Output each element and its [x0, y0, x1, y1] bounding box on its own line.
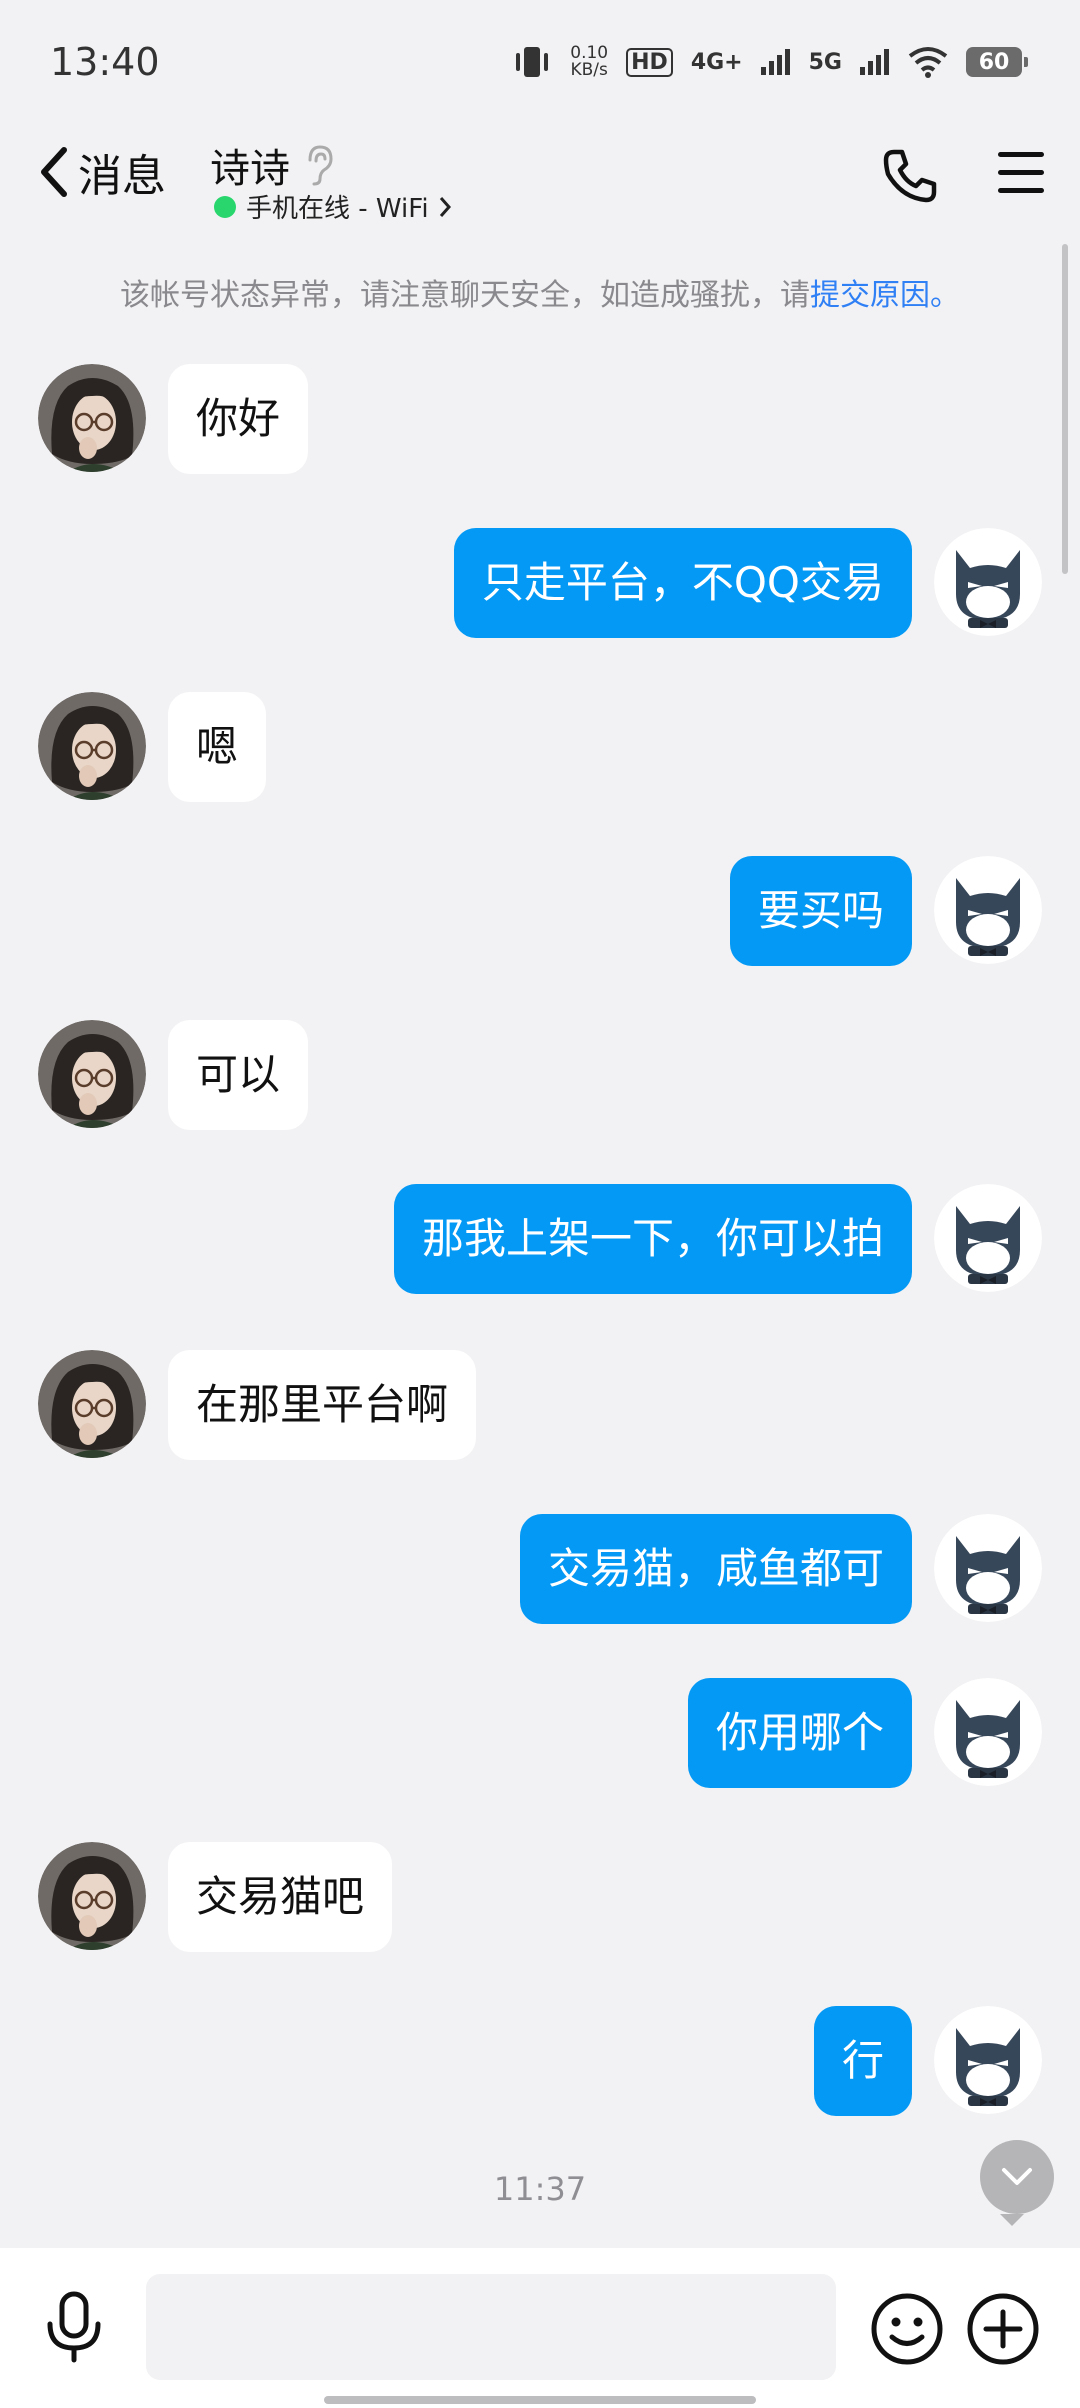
self-avatar[interactable]: [934, 856, 1042, 964]
microphone-icon: [47, 2291, 101, 2363]
message-input[interactable]: [146, 2274, 836, 2380]
chevron-right-icon: [439, 196, 451, 217]
status-icons: 0.10 KB/s HD 4G+ 5G 60: [512, 40, 1028, 84]
girl-avatar-icon: [38, 364, 146, 472]
presence-status[interactable]: 手机在线 - WiFi: [214, 188, 451, 225]
self-avatar[interactable]: [934, 1678, 1042, 1786]
message-bubble-outgoing[interactable]: 只走平台，不QQ交易: [453, 528, 912, 638]
contact-avatar[interactable]: [38, 692, 146, 800]
bat-avatar-icon: [934, 1678, 1042, 1786]
scroll-to-bottom-button[interactable]: [980, 2140, 1054, 2226]
contact-avatar[interactable]: [38, 364, 146, 472]
emoji-button[interactable]: [870, 2292, 944, 2370]
plus-button[interactable]: [966, 2292, 1040, 2370]
hd-label: HD: [626, 47, 673, 77]
phone-call-button[interactable]: [880, 146, 940, 210]
bat-avatar-icon: [934, 1184, 1042, 1292]
signal-bars-icon: [760, 49, 790, 75]
self-avatar[interactable]: [934, 2006, 1042, 2114]
network-speed: 0.10 KB/s: [570, 43, 609, 80]
contact-avatar[interactable]: [38, 1350, 146, 1458]
bat-avatar-icon: [934, 528, 1042, 636]
message-bubble-outgoing[interactable]: 交易猫，咸鱼都可: [519, 1514, 912, 1624]
message-bubble-outgoing[interactable]: 要买吗: [729, 856, 912, 966]
girl-avatar-icon: [38, 1350, 146, 1458]
chevron-left-icon: [41, 147, 67, 197]
chevron-down-icon: [1002, 2168, 1032, 2185]
self-avatar[interactable]: [934, 1514, 1042, 1622]
contact-avatar[interactable]: [38, 1020, 146, 1128]
home-indicator[interactable]: [324, 2396, 756, 2404]
wifi-icon: [908, 47, 948, 78]
ear-icon: [308, 145, 333, 186]
contact-name[interactable]: 诗诗: [210, 136, 334, 194]
girl-avatar-icon: [38, 692, 146, 800]
back-label: 消息: [78, 151, 166, 202]
submit-reason-link[interactable]: 提交原因: [810, 278, 930, 313]
message-bubble-outgoing[interactable]: 你用哪个: [687, 1678, 912, 1788]
message-bubble-incoming[interactable]: 嗯: [168, 692, 267, 802]
menu-button[interactable]: [996, 150, 1046, 200]
bat-avatar-icon: [934, 2006, 1042, 2114]
phone-icon: [883, 149, 937, 203]
fiveg-label: 5G: [808, 49, 842, 75]
back-button[interactable]: 消息: [36, 140, 166, 204]
signal-bars-icon-2: [860, 49, 889, 75]
bat-avatar-icon: [934, 856, 1042, 964]
message-bubble-incoming[interactable]: 可以: [168, 1020, 309, 1130]
message-bubble-incoming[interactable]: 你好: [168, 364, 309, 474]
bat-avatar-icon: [934, 1514, 1042, 1622]
voice-button[interactable]: [42, 2290, 106, 2368]
girl-avatar-icon: [38, 1842, 146, 1950]
lte-signal-label: 4G+: [690, 49, 743, 75]
message-bubble-outgoing[interactable]: 行: [813, 2006, 912, 2116]
message-bubble-incoming[interactable]: 在那里平台啊: [168, 1350, 477, 1460]
status-time: 13:40: [50, 40, 160, 84]
self-avatar[interactable]: [934, 528, 1042, 636]
smiley-icon: [871, 2293, 943, 2365]
security-notice: 该帐号状态异常，请注意聊天安全，如造成骚扰，请提交原因。: [120, 278, 960, 313]
vibrate-icon: [516, 47, 549, 77]
message-timestamp: 11:37: [493, 2170, 587, 2208]
message-bubble-outgoing[interactable]: 那我上架一下，你可以拍: [393, 1184, 912, 1294]
girl-avatar-icon: [38, 1020, 146, 1128]
hamburger-menu-icon: [998, 152, 1044, 193]
message-bubble-incoming[interactable]: 交易猫吧: [168, 1842, 393, 1952]
plus-circle-icon: [967, 2293, 1039, 2365]
contact-avatar[interactable]: [38, 1842, 146, 1950]
self-avatar[interactable]: [934, 1184, 1042, 1292]
online-dot: [214, 195, 236, 218]
battery-icon: 60: [966, 47, 1028, 77]
